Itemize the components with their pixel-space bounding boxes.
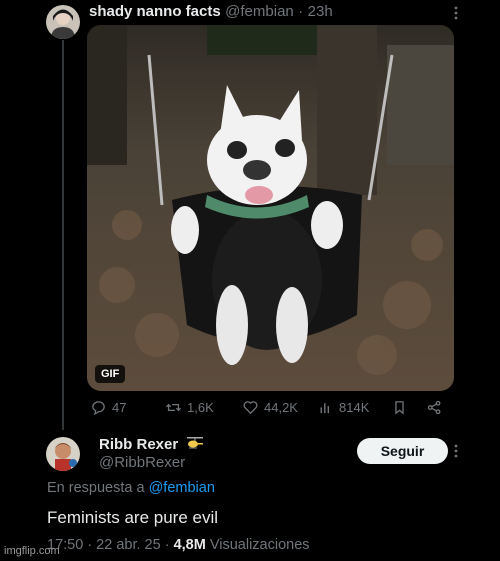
- follow-button[interactable]: Seguir: [357, 438, 448, 464]
- reply-timestamp[interactable]: 17:50 · 22 abr. 25 ·: [47, 537, 170, 553]
- repost-icon: [165, 403, 182, 412]
- reply-views-count: 4,8M: [173, 537, 206, 553]
- reply-author-name[interactable]: Ribb Rexer: [99, 436, 178, 453]
- reply-views-label: Visualizaciones: [209, 537, 310, 553]
- post-time[interactable]: 23h: [308, 3, 333, 20]
- reply-author-avatar[interactable]: [46, 437, 80, 471]
- imgflip-watermark: imgflip.com: [4, 545, 60, 557]
- reply-avatar-image: [46, 437, 80, 471]
- replying-to: En respuesta a @fembian: [47, 480, 215, 496]
- reply-action[interactable]: 47: [90, 399, 126, 416]
- reply-prefix: En respuesta a: [47, 480, 145, 496]
- reply-header: Ribb Rexer: [99, 436, 204, 454]
- thread-line: [62, 40, 64, 430]
- heart-icon: [243, 401, 258, 415]
- repost-action[interactable]: 1,6K: [165, 399, 214, 416]
- author-avatar-image: [46, 5, 80, 39]
- post-action-bar: 47 1,6K 44,2K 814K: [90, 399, 454, 419]
- like-action[interactable]: 44,2K: [242, 399, 298, 416]
- views-action[interactable]: 814K: [317, 399, 369, 416]
- author-handle[interactable]: @fembian: [225, 3, 294, 20]
- reply-more-icon[interactable]: [452, 443, 460, 462]
- reply-meta: 17:50 · 22 abr. 25 · 4,8M Visualizacione…: [47, 537, 310, 553]
- gif-badge: GIF: [95, 365, 126, 383]
- repost-count: 1,6K: [187, 400, 214, 415]
- post-media-gif[interactable]: GIF: [87, 25, 454, 391]
- analytics-icon: [320, 403, 330, 414]
- reply-author-handle[interactable]: @RibbRexer: [99, 454, 185, 471]
- bookmark-action[interactable]: [391, 399, 408, 416]
- like-count: 44,2K: [264, 400, 298, 415]
- author-name[interactable]: shady nanno facts: [89, 3, 221, 20]
- views-count: 814K: [339, 400, 370, 415]
- share-icon: [427, 400, 441, 415]
- bookmark-icon: [395, 401, 404, 415]
- dog-swing-image: [87, 25, 454, 391]
- helicopter-emoji-icon: [186, 436, 204, 454]
- share-action[interactable]: [426, 399, 443, 416]
- post-more-icon[interactable]: [452, 5, 460, 24]
- reply-count: 47: [112, 400, 127, 415]
- time-separator: ·: [298, 3, 304, 20]
- author-avatar[interactable]: [46, 5, 80, 39]
- post-header: shady nanno facts @fembian · 23h: [89, 3, 333, 21]
- reply-text: Feminists are pure evil: [47, 508, 219, 527]
- reply-icon: [92, 401, 105, 416]
- reply-to-handle-link[interactable]: @fembian: [149, 480, 215, 496]
